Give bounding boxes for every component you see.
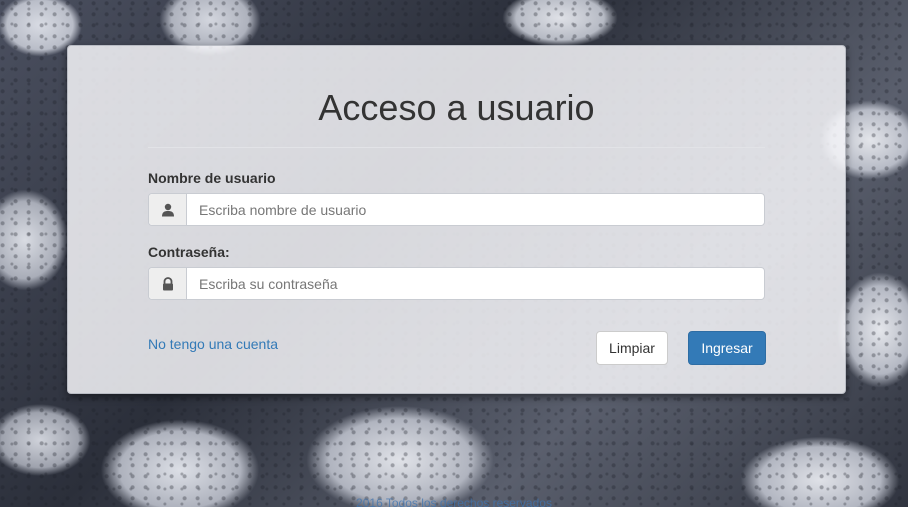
footer-copyright: 2016 Todos los derechos reservados xyxy=(356,496,552,510)
user-icon xyxy=(149,194,187,225)
submit-button[interactable]: Ingresar xyxy=(688,331,766,365)
clear-button[interactable]: Limpiar xyxy=(596,331,668,365)
password-input-group xyxy=(148,267,765,300)
password-label: Contraseña: xyxy=(148,244,230,260)
username-input-group xyxy=(148,193,765,226)
password-input[interactable] xyxy=(187,268,764,299)
lock-icon xyxy=(149,268,187,299)
username-input[interactable] xyxy=(187,194,764,225)
username-label: Nombre de usuario xyxy=(148,170,276,186)
no-account-link[interactable]: No tengo una cuenta xyxy=(148,336,278,352)
page-title: Acceso a usuario xyxy=(318,87,595,128)
login-panel: Acceso a usuario Nombre de usuario Contr… xyxy=(67,45,846,394)
title-divider xyxy=(148,147,765,148)
